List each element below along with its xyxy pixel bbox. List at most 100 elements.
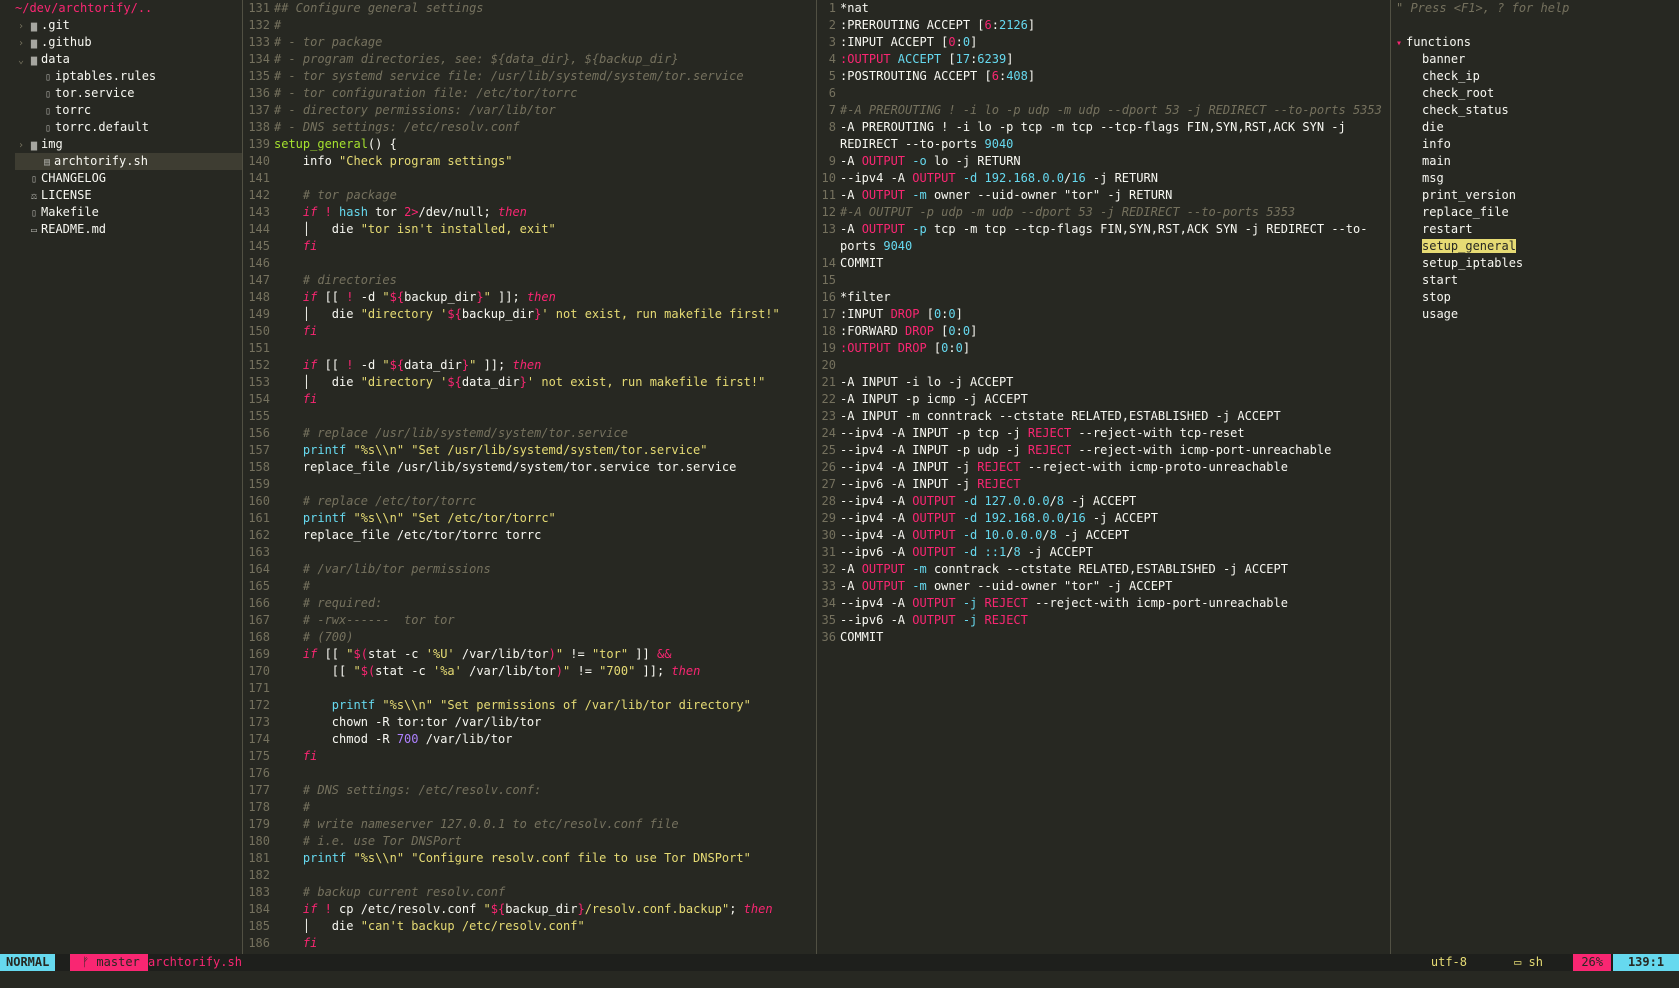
tagbar-item[interactable]: stop [1392,289,1679,306]
code-line[interactable]: 140 info "Check program settings" [244,153,816,170]
code-line[interactable]: 32 -A OUTPUT -m conntrack --ctstate RELAT… [818,561,1390,578]
tagbar-item[interactable]: setup_iptables [1392,255,1679,272]
code-line[interactable]: 161 printf "%s\\n" "Set /etc/tor/torrc" [244,510,816,527]
code-line[interactable]: 148 if [[ ! -d "${backup_dir}" ]]; then [244,289,816,306]
tagbar-item[interactable]: main [1392,153,1679,170]
code-line[interactable]: 175 fi [244,748,816,765]
code-line[interactable]: 25 --ipv4 -A INPUT -p udp -j REJECT --rej… [818,442,1390,459]
tagbar-item[interactable]: banner [1392,51,1679,68]
code-line[interactable]: 9 -A OUTPUT -o lo -j RETURN [818,153,1390,170]
code-line[interactable]: 2:PREROUTING ACCEPT [6:2126] [818,17,1390,34]
code-line[interactable]: 170 [[ "$(stat -c '%a' /var/lib/tor)" !=… [244,663,816,680]
code-line[interactable]: 22 -A INPUT -p icmp -j ACCEPT [818,391,1390,408]
tree-item[interactable]: ▤ archtorify.sh [15,153,242,170]
code-line[interactable]: 4:OUTPUT ACCEPT [17:6239] [818,51,1390,68]
tree-item[interactable]: › ▆ .git [0,17,242,34]
code-line[interactable]: 17:INPUT DROP [0:0] [818,306,1390,323]
tree-item[interactable]: ▯ torrc.default [0,119,242,136]
tagbar-item[interactable]: replace_file [1392,204,1679,221]
code-line[interactable]: 177 # DNS settings: /etc/resolv.conf: [244,782,816,799]
code-line[interactable]: 6 [818,85,1390,102]
code-line[interactable]: 185 │ die "can't backup /etc/resolv.conf… [244,918,816,935]
code-line[interactable]: 146 [244,255,816,272]
code-line[interactable]: 164 # /var/lib/tor permissions [244,561,816,578]
tagbar-item[interactable]: check_root [1392,85,1679,102]
code-line[interactable]: 162 replace_file /etc/tor/torrc torrc [244,527,816,544]
code-line[interactable]: 176 [244,765,816,782]
tree-item[interactable]: ▯ tor.service [0,85,242,102]
tagbar-item[interactable]: info [1392,136,1679,153]
code-line[interactable]: 178 # [244,799,816,816]
code-line[interactable]: 152 if [[ ! -d "${data_dir}" ]]; then [244,357,816,374]
code-line[interactable]: 153 │ die "directory '${data_dir}' not e… [244,374,816,391]
code-line[interactable]: 133 # - tor package [244,34,816,51]
tagbar-item[interactable]: print_version [1392,187,1679,204]
code-line[interactable]: 12 #-A OUTPUT -p udp -m udp --dport 53 -j… [818,204,1390,221]
code-editor-pane[interactable]: 131 ## Configure general settings 132 #133 #… [244,0,816,954]
code-line[interactable]: 168 # (700) [244,629,816,646]
code-line[interactable]: 139 setup_general() { [244,136,816,153]
code-line[interactable]: 150 fi [244,323,816,340]
tagbar-item[interactable]: die [1392,119,1679,136]
tree-item[interactable]: ▯ Makefile [0,204,242,221]
tagbar-item[interactable]: setup_general [1392,238,1679,255]
code-line[interactable]: 138 # - DNS settings: /etc/resolv.conf [244,119,816,136]
code-line[interactable]: 142 # tor package [244,187,816,204]
tagbar-item[interactable]: usage [1392,306,1679,323]
code-line[interactable]: 136 # - tor configuration file: /etc/tor/… [244,85,816,102]
code-line[interactable]: 31 --ipv6 -A OUTPUT -d ::1/8 -j ACCEPT [818,544,1390,561]
code-line[interactable]: 35 --ipv6 -A OUTPUT -j REJECT [818,612,1390,629]
code-line[interactable]: 1 *nat [818,0,1390,17]
code-line[interactable]: 154 fi [244,391,816,408]
code-line[interactable]: 171 [244,680,816,697]
code-line[interactable]: 16 *filter [818,289,1390,306]
tree-item[interactable]: ▯ CHANGELOG [0,170,242,187]
code-line[interactable]: 158 replace_file /usr/lib/systemd/system… [244,459,816,476]
tagbar-item[interactable]: check_status [1392,102,1679,119]
code-line[interactable]: 29 --ipv4 -A OUTPUT -d 192.168.0.0/16 -j … [818,510,1390,527]
code-line[interactable]: 131 ## Configure general settings [244,0,816,17]
code-line[interactable]: 145 fi [244,238,816,255]
code-line[interactable]: 151 [244,340,816,357]
tree-item[interactable]: ⌄ ▆ data [0,51,242,68]
pane-divider[interactable] [816,0,817,954]
code-line[interactable]: 149 │ die "directory '${backup_dir}' not… [244,306,816,323]
code-line[interactable]: 28 --ipv4 -A OUTPUT -d 127.0.0.0/8 -j ACC… [818,493,1390,510]
code-line[interactable]: 21 -A INPUT -i lo -j ACCEPT [818,374,1390,391]
code-line[interactable]: 143 if ! hash tor 2>/dev/null; then [244,204,816,221]
code-line[interactable]: 135 # - tor systemd service file: /usr/li… [244,68,816,85]
code-line[interactable]: 157 printf "%s\\n" "Set /usr/lib/systemd… [244,442,816,459]
code-line[interactable]: 166 # required: [244,595,816,612]
code-line[interactable]: 179 # write nameserver 127.0.0.1 to etc/… [244,816,816,833]
code-line[interactable]: 160 # replace /etc/tor/torrc [244,493,816,510]
pane-divider[interactable] [1390,0,1391,954]
tree-item[interactable]: › ▆ .github [0,34,242,51]
code-line[interactable]: 30 --ipv4 -A OUTPUT -d 10.0.0.0/8 -j ACCE… [818,527,1390,544]
code-line[interactable]: 8 -A PREROUTING ! -i lo -p tcp -m tcp --t… [818,119,1390,136]
code-line[interactable]: 165 # [244,578,816,595]
code-line[interactable]: 147 # directories [244,272,816,289]
code-line[interactable]: 167 # -rwx------ tor tor [244,612,816,629]
tree-item[interactable]: ▯ iptables.rules [0,68,242,85]
code-line[interactable]: ports 9040 [818,238,1390,255]
code-line[interactable]: 186 fi [244,935,816,952]
code-line[interactable]: 26 --ipv4 -A INPUT -j REJECT --reject-wit… [818,459,1390,476]
code-line[interactable]: 184 if ! cp /etc/resolv.conf "${backup_d… [244,901,816,918]
code-line[interactable]: 169 if [[ "$(stat -c '%U' /var/lib/tor)"… [244,646,816,663]
tree-item[interactable]: › ▆ img [0,136,242,153]
tagbar-item[interactable]: restart [1392,221,1679,238]
code-line[interactable]: 18:FORWARD DROP [0:0] [818,323,1390,340]
pane-divider[interactable] [242,0,243,954]
tree-item[interactable]: ▯ torrc [0,102,242,119]
code-line[interactable]: 33 -A OUTPUT -m owner --uid-owner "tor" -… [818,578,1390,595]
tagbar-item[interactable]: check_ip [1392,68,1679,85]
iptables-rules-pane[interactable]: 1 *nat 2:PREROUTING ACCEPT [6:2126] 3:INPUT… [818,0,1390,954]
code-line[interactable]: 137 # - directory permissions: /var/lib/t… [244,102,816,119]
code-line[interactable]: 174 chmod -R 700 /var/lib/tor [244,731,816,748]
code-line[interactable]: 20 [818,357,1390,374]
code-line[interactable]: 34 --ipv4 -A OUTPUT -j REJECT --reject-wi… [818,595,1390,612]
code-line[interactable]: 163 [244,544,816,561]
code-line[interactable]: 155 [244,408,816,425]
code-line[interactable]: REDIRECT --to-ports 9040 [818,136,1390,153]
code-line[interactable]: 10 --ipv4 -A OUTPUT -d 192.168.0.0/16 -j … [818,170,1390,187]
